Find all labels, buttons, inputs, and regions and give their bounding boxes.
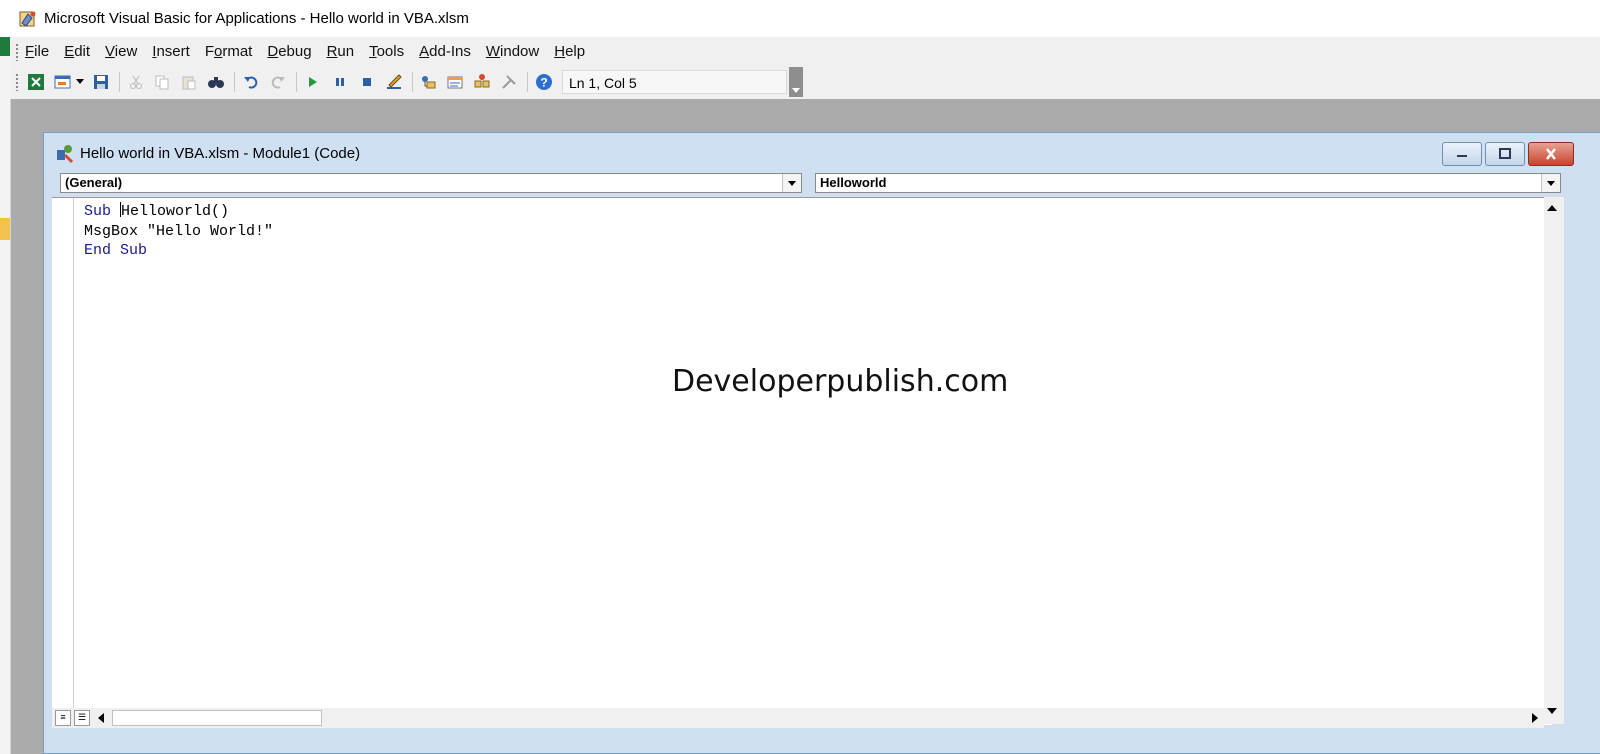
code-window-title: Hello world in VBA.xlsm - Module1 (Code): [80, 144, 361, 162]
redo-icon[interactable]: [267, 71, 289, 93]
svg-text:?: ?: [540, 76, 547, 90]
object-combo-value: (General): [65, 175, 123, 190]
find-icon[interactable]: [205, 71, 227, 93]
vba-app-icon: [18, 9, 38, 29]
menu-file[interactable]: File: [25, 43, 49, 60]
toolbar-separator: [234, 72, 236, 92]
reset-icon[interactable]: [356, 71, 378, 93]
chevron-down-icon[interactable]: [1541, 174, 1560, 192]
procedure-combo-value: Helloworld: [820, 175, 887, 190]
close-icon: [1546, 148, 1556, 160]
vertical-scrollbar[interactable]: [1544, 197, 1564, 724]
properties-window-icon[interactable]: [444, 71, 466, 93]
procedure-combo[interactable]: Helloworld: [815, 173, 1561, 193]
menu-tools[interactable]: Tools: [369, 43, 404, 60]
excel-selected-cell-strip: [0, 218, 10, 240]
cursor-position-field: Ln 1, Col 5: [561, 70, 787, 94]
code-editor[interactable]: Sub Helloworld() MsgBox "Hello World!" E…: [52, 197, 1552, 725]
toolbar-options-icon[interactable]: [788, 67, 803, 97]
window-controls: [1442, 142, 1577, 166]
maximize-icon: [1499, 148, 1511, 159]
standard-toolbar: ? Ln 1, Col 5: [10, 66, 803, 98]
scroll-up-icon[interactable]: [1547, 205, 1557, 211]
minimize-icon: [1457, 155, 1467, 157]
scroll-left-icon[interactable]: [98, 713, 104, 723]
toolbar-separator: [118, 72, 120, 92]
toolbar-grip[interactable]: [15, 73, 19, 91]
code-keyword: Sub: [84, 203, 112, 220]
undo-icon[interactable]: [240, 71, 262, 93]
procedure-view-button[interactable]: ≡: [55, 710, 71, 726]
minimize-button[interactable]: [1442, 142, 1482, 166]
object-browser-icon[interactable]: [471, 71, 493, 93]
module-icon: [54, 142, 76, 164]
scroll-down-icon[interactable]: [1547, 708, 1557, 714]
menu-bar: File Edit View Insert Format Debug Run T…: [10, 37, 1600, 66]
full-module-view-button[interactable]: ☰: [74, 710, 90, 726]
menu-window[interactable]: Window: [486, 43, 539, 60]
run-icon[interactable]: [302, 71, 324, 93]
menu-help[interactable]: Help: [554, 43, 585, 60]
code-line: MsgBox "Hello World!": [84, 222, 274, 240]
menu-run[interactable]: Run: [327, 43, 355, 60]
menu-format[interactable]: Format: [205, 43, 253, 60]
menu-add-ins[interactable]: Add-Ins: [419, 43, 471, 60]
maximize-button[interactable]: [1485, 142, 1525, 166]
code-text[interactable]: Sub Helloworld() MsgBox "Hello World!" E…: [84, 202, 273, 261]
menubar-grip[interactable]: [15, 42, 19, 61]
margin-indicator-bar[interactable]: [52, 198, 74, 725]
toolbox-icon[interactable]: [498, 71, 520, 93]
object-combo[interactable]: (General): [60, 173, 802, 193]
menu-debug[interactable]: Debug: [267, 43, 311, 60]
menu-insert[interactable]: Insert: [152, 43, 190, 60]
view-excel-icon[interactable]: [25, 71, 47, 93]
scroll-thumb[interactable]: [112, 710, 322, 726]
chevron-down-icon[interactable]: [782, 174, 801, 192]
toolbar-separator: [411, 72, 413, 92]
code-window-titlebar[interactable]: Hello world in VBA.xlsm - Module1 (Code): [44, 133, 1600, 173]
code-window: Hello world in VBA.xlsm - Module1 (Code)…: [43, 132, 1600, 754]
design-mode-icon[interactable]: [383, 71, 405, 93]
help-icon[interactable]: ?: [533, 71, 555, 93]
project-explorer-icon[interactable]: [418, 71, 440, 93]
menu-view[interactable]: View: [105, 43, 137, 60]
cut-icon[interactable]: [125, 71, 147, 93]
toolbar-separator: [527, 72, 529, 92]
watermark-text: Developerpublish.com: [672, 364, 1009, 399]
toolbar-separator: [295, 72, 297, 92]
insert-userform-icon[interactable]: [52, 71, 74, 93]
menu-edit[interactable]: Edit: [64, 43, 90, 60]
excel-window-edge: [0, 0, 11, 754]
paste-icon[interactable]: [178, 71, 200, 93]
break-icon[interactable]: [329, 71, 351, 93]
copy-icon[interactable]: [152, 71, 174, 93]
app-title: Microsoft Visual Basic for Applications …: [44, 10, 469, 27]
code-keyword: End Sub: [84, 242, 148, 259]
save-icon[interactable]: [90, 71, 112, 93]
app-titlebar: Microsoft Visual Basic for Applications …: [0, 0, 1600, 37]
scroll-right-icon[interactable]: [1532, 713, 1538, 723]
close-button[interactable]: [1528, 142, 1574, 166]
horizontal-scrollbar[interactable]: ≡ ☰: [52, 708, 1544, 728]
insert-dropdown-arrow-icon[interactable]: [75, 71, 85, 93]
